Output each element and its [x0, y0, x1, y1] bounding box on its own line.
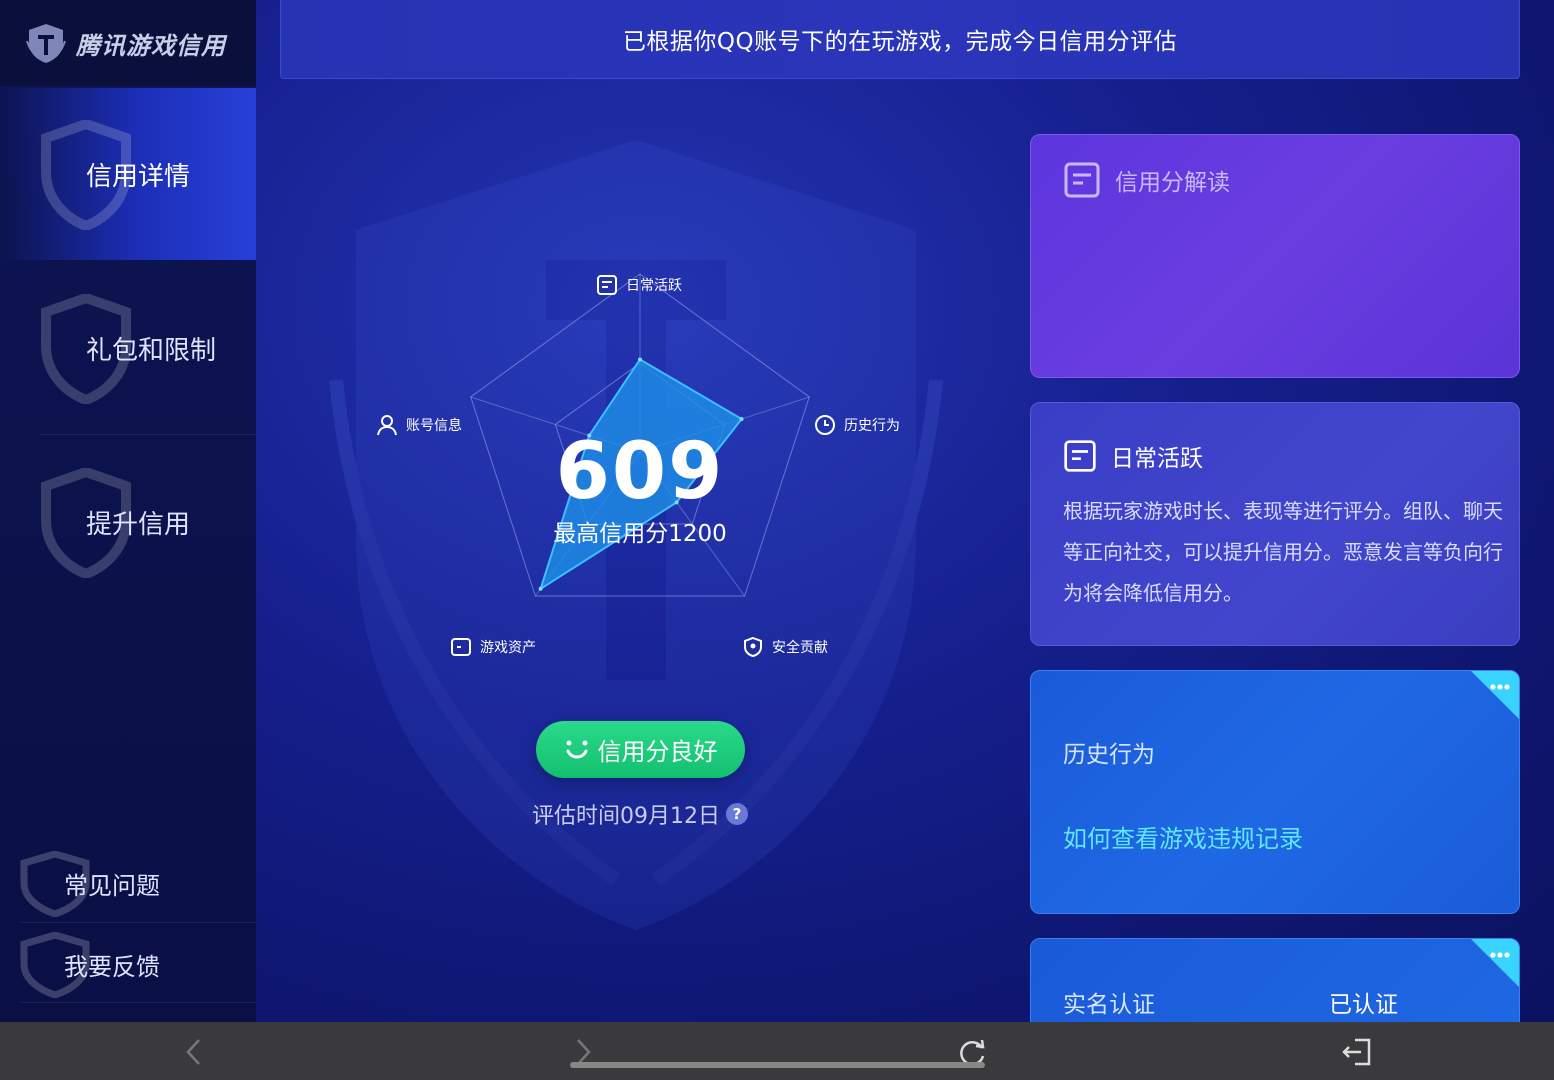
assessment-banner: 已根据你QQ账号下的在玩游戏，完成今日信用分评估: [280, 0, 1520, 79]
credit-score: 609: [555, 427, 725, 517]
status-badge-label: 信用分良好: [597, 738, 718, 766]
more-icon[interactable]: [1471, 939, 1519, 987]
sidebar-item-label: 礼包和限制: [86, 335, 217, 366]
sidebar-item-improve-credit[interactable]: 提升信用: [0, 436, 256, 608]
evaluation-time-text: 评估时间09月12日: [532, 804, 720, 829]
sidebar: 腾讯游戏信用 信用详情 礼包和限制 提升信用 常见问题 我要反馈: [0, 0, 256, 1022]
sidebar-item-gifts-limits[interactable]: 礼包和限制: [0, 262, 256, 434]
back-icon[interactable]: [175, 1032, 215, 1072]
sidebar-item-feedback[interactable]: 我要反馈: [0, 924, 256, 1004]
card-credit-interpretation[interactable]: 信用分解读: [1030, 134, 1520, 378]
sidebar-item-faq[interactable]: 常见问题: [0, 843, 256, 923]
clock-icon: [815, 415, 835, 435]
divider: [20, 922, 256, 923]
help-icon[interactable]: ?: [726, 803, 748, 825]
radar-point: [638, 357, 642, 362]
browser-toolbar: [0, 1022, 1554, 1080]
axis-label-security[interactable]: 安全贡献: [742, 636, 828, 658]
axis-label-text: 日常活跃: [626, 278, 682, 294]
axis-label-history[interactable]: 历史行为: [814, 414, 900, 436]
radar-point: [739, 416, 744, 421]
card-history-behavior[interactable]: 历史行为 如何查看游戏违规记录: [1030, 670, 1520, 914]
evaluation-time: 评估时间09月12日 ?: [500, 798, 780, 830]
card-description: 根据玩家游戏时长、表现等进行评分。组队、聊天等正向社交，可以提升信用分。恶意发言…: [1063, 499, 1503, 605]
violation-record-link[interactable]: 如何查看游戏违规记录: [1063, 819, 1303, 854]
card-title: 日常活跃: [1111, 446, 1203, 472]
logo-shield-icon: [26, 24, 66, 63]
more-icon[interactable]: [1471, 671, 1519, 719]
axis-label-account[interactable]: 账号信息: [376, 414, 462, 436]
divider: [40, 434, 256, 435]
document-icon: [1064, 162, 1100, 198]
asset-icon: [451, 638, 471, 656]
divider: [20, 1002, 256, 1003]
smile-icon: [566, 740, 587, 758]
document-icon: [1064, 440, 1096, 472]
banner-text: 已根据你QQ账号下的在玩游戏，完成今日信用分评估: [622, 29, 1178, 55]
card-title: 历史行为: [1063, 742, 1155, 768]
shield-icon: [744, 636, 762, 658]
exit-icon[interactable]: [1337, 1032, 1377, 1072]
logo-text: 腾讯游戏信用: [76, 31, 226, 60]
user-icon: [377, 415, 397, 436]
sidebar-item-label: 常见问题: [64, 871, 160, 900]
axis-label-daily-activity[interactable]: 日常活跃: [596, 274, 682, 296]
card-title: 实名认证: [1063, 992, 1155, 1018]
home-indicator: [570, 1062, 985, 1068]
axis-label-text: 账号信息: [406, 418, 462, 434]
card-header: 信用分解读: [1063, 161, 1230, 199]
sidebar-item-label: 提升信用: [86, 509, 191, 540]
auth-status: 已认证: [1329, 992, 1398, 1018]
radar-point: [538, 586, 543, 591]
credit-status-badge[interactable]: 信用分良好: [536, 721, 745, 778]
axis-label-text: 安全贡献: [772, 640, 828, 656]
app-logo: 腾讯游戏信用: [0, 0, 256, 86]
max-score-label: 最高信用分1200: [553, 521, 727, 547]
sidebar-item-credit-detail[interactable]: 信用详情: [0, 88, 256, 260]
axis-label-assets[interactable]: 游戏资产: [450, 636, 536, 658]
document-icon: [597, 275, 617, 295]
sidebar-item-label: 信用详情: [86, 161, 191, 192]
axis-label-text: 历史行为: [844, 418, 900, 434]
card-header: 日常活跃: [1063, 439, 1203, 473]
card-daily-activity: 日常活跃 根据玩家游戏时长、表现等进行评分。组队、聊天等正向社交，可以提升信用分…: [1030, 402, 1520, 646]
sidebar-item-label: 我要反馈: [64, 952, 160, 981]
card-title: 信用分解读: [1115, 170, 1230, 196]
axis-label-text: 游戏资产: [480, 640, 536, 656]
